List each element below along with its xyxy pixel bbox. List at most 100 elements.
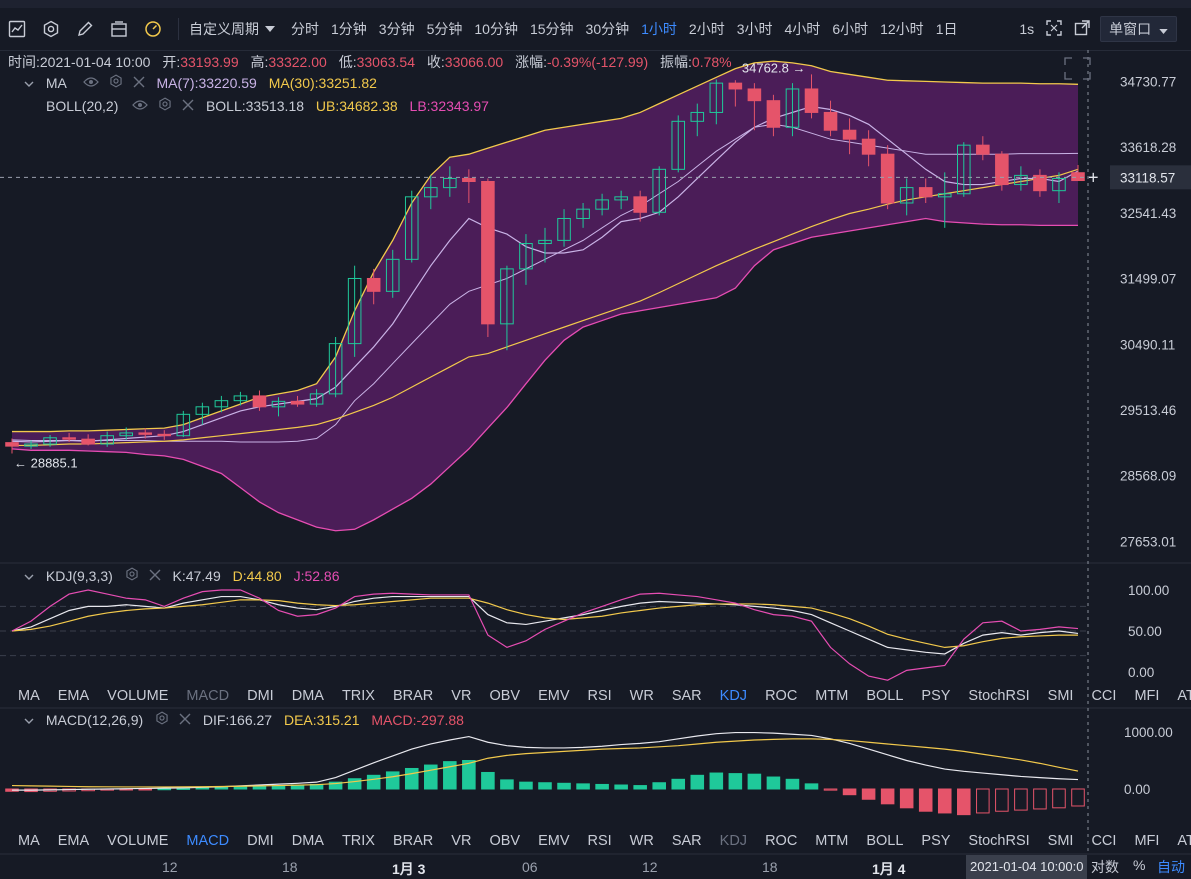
indicator-tab-sar[interactable]: SAR <box>672 688 702 704</box>
indicator-tab-ma[interactable]: MA <box>18 688 40 704</box>
indicator-tab-vr[interactable]: VR <box>451 833 471 849</box>
settings-icon[interactable] <box>34 14 68 44</box>
indicator-tab-atr[interactable]: ATR <box>1177 833 1191 849</box>
interval-label[interactable]: 1s <box>1019 21 1034 37</box>
fullscreen-icon[interactable] <box>1046 19 1062 39</box>
custom-period-dropdown[interactable]: 自定义周期 <box>189 19 275 39</box>
indicator-tab-smi[interactable]: SMI <box>1048 688 1074 704</box>
indicator-tab-vr[interactable]: VR <box>451 688 471 704</box>
template-icon[interactable] <box>102 14 136 44</box>
indicator-tab-psy[interactable]: PSY <box>921 833 950 849</box>
indicator-tab-ema[interactable]: EMA <box>58 688 89 704</box>
period-13[interactable]: 1日 <box>930 14 964 44</box>
indicator-tab-ema[interactable]: EMA <box>58 833 89 849</box>
indicator-tab-boll[interactable]: BOLL <box>866 688 903 704</box>
period-0[interactable]: 分时 <box>285 14 325 44</box>
indicator-tab-trix[interactable]: TRIX <box>342 688 375 704</box>
indicator-tab-dmi[interactable]: DMI <box>247 688 274 704</box>
window-mode-button[interactable]: 单窗口 <box>1100 16 1177 42</box>
period-7[interactable]: 1小时 <box>635 14 683 44</box>
indicator-tab-wr[interactable]: WR <box>630 688 654 704</box>
indicator-tab-wr[interactable]: WR <box>630 833 654 849</box>
period-6[interactable]: 30分钟 <box>580 14 636 44</box>
period-8[interactable]: 2小时 <box>683 14 731 44</box>
candle-down <box>1071 172 1085 182</box>
popout-icon[interactable] <box>1074 19 1090 39</box>
indicator-tab-cci[interactable]: CCI <box>1091 688 1116 704</box>
macd-histogram-bar <box>766 776 781 790</box>
indicator-tab-brar[interactable]: BRAR <box>393 688 433 704</box>
indicator-tab-sar[interactable]: SAR <box>672 833 702 849</box>
indicator-tab-rsi[interactable]: RSI <box>587 833 611 849</box>
indicator-tab-psy[interactable]: PSY <box>921 688 950 704</box>
indicator-tab-stochrsi[interactable]: StochRSI <box>968 688 1029 704</box>
candle-down <box>804 88 819 113</box>
log-scale-toggle[interactable]: 对数 <box>1091 857 1119 877</box>
indicator-tab-macd[interactable]: MACD <box>186 688 229 704</box>
indicator-tab-ma[interactable]: MA <box>18 833 40 849</box>
indicator-icon[interactable] <box>136 14 170 44</box>
period-3[interactable]: 5分钟 <box>421 14 469 44</box>
indicator-tab-rsi[interactable]: RSI <box>587 688 611 704</box>
macd-histogram-bar <box>842 788 857 796</box>
indicator-tab-mfi[interactable]: MFI <box>1134 688 1159 704</box>
price-chart-canvas[interactable]: 34762.8 → ← 28885.1 34730.77 33618.28 32541.… <box>0 50 1191 855</box>
macd-histogram-bar <box>918 788 933 812</box>
indicator-tab-cci[interactable]: CCI <box>1091 833 1116 849</box>
macd-histogram-bar <box>176 787 191 790</box>
macd-histogram-bar <box>709 772 724 790</box>
candle-down <box>481 180 495 325</box>
auto-scale-toggle[interactable]: 自动 <box>1157 857 1185 877</box>
indicator-tab-mtm[interactable]: MTM <box>815 833 848 849</box>
period-1[interactable]: 1分钟 <box>325 14 373 44</box>
percent-scale-toggle[interactable]: % <box>1133 857 1145 873</box>
macd-histogram-bar <box>728 773 743 790</box>
indicator-tab-atr[interactable]: ATR <box>1177 688 1191 704</box>
plus-icon: + <box>1088 167 1099 187</box>
indicator-tab-emv[interactable]: EMV <box>538 688 569 704</box>
time-axis-label: 18 <box>282 859 298 875</box>
period-9[interactable]: 3小时 <box>731 14 779 44</box>
indicator-tab-kdj[interactable]: KDJ <box>720 688 747 704</box>
indicator-tab-obv[interactable]: OBV <box>489 688 520 704</box>
period-12[interactable]: 12小时 <box>874 14 930 44</box>
period-11[interactable]: 6小时 <box>826 14 874 44</box>
indicator-tab-kdj[interactable]: KDJ <box>720 833 747 849</box>
indicator-tab-dmi[interactable]: DMI <box>247 833 274 849</box>
maximize-pane-icon <box>1064 57 1091 80</box>
indicator-tab-trix[interactable]: TRIX <box>342 833 375 849</box>
indicator-tab-dma[interactable]: DMA <box>292 688 324 704</box>
draw-icon[interactable] <box>68 14 102 44</box>
main-axis-label: 33618.28 <box>1120 140 1176 155</box>
indicator-tab-boll[interactable]: BOLL <box>866 833 903 849</box>
macd-histogram-bar <box>937 788 952 814</box>
period-5[interactable]: 15分钟 <box>524 14 580 44</box>
candle-down <box>823 111 838 131</box>
indicator-tab-roc[interactable]: ROC <box>765 833 797 849</box>
browser-tab-strip <box>0 0 1191 8</box>
indicator-tab-smi[interactable]: SMI <box>1048 833 1074 849</box>
macd-histogram-bar <box>195 787 210 790</box>
candle-down <box>880 153 895 204</box>
indicator-tab-brar[interactable]: BRAR <box>393 833 433 849</box>
candle-down <box>62 437 76 440</box>
macd-histogram-bar <box>633 785 647 790</box>
indicator-tab-emv[interactable]: EMV <box>538 833 569 849</box>
period-10[interactable]: 4小时 <box>779 14 827 44</box>
indicator-tab-dma[interactable]: DMA <box>292 833 324 849</box>
period-4[interactable]: 10分钟 <box>468 14 524 44</box>
indicator-tab-roc[interactable]: ROC <box>765 688 797 704</box>
macd-histogram-bar <box>1014 788 1028 811</box>
indicator-tab-obv[interactable]: OBV <box>489 833 520 849</box>
period-2[interactable]: 3分钟 <box>373 14 421 44</box>
indicator-tab-stochrsi[interactable]: StochRSI <box>968 833 1029 849</box>
indicator-tab-mtm[interactable]: MTM <box>815 688 848 704</box>
indicator-tab-mfi[interactable]: MFI <box>1134 833 1159 849</box>
main-axis-label: 29513.46 <box>1120 403 1176 418</box>
macd-histogram-bar <box>823 788 838 791</box>
indicator-tab-volume[interactable]: VOLUME <box>107 688 168 704</box>
indicator-tab-volume[interactable]: VOLUME <box>107 833 168 849</box>
chart-type-icon[interactable] <box>0 14 34 44</box>
candle-down <box>976 144 990 155</box>
indicator-tab-macd[interactable]: MACD <box>186 833 229 849</box>
